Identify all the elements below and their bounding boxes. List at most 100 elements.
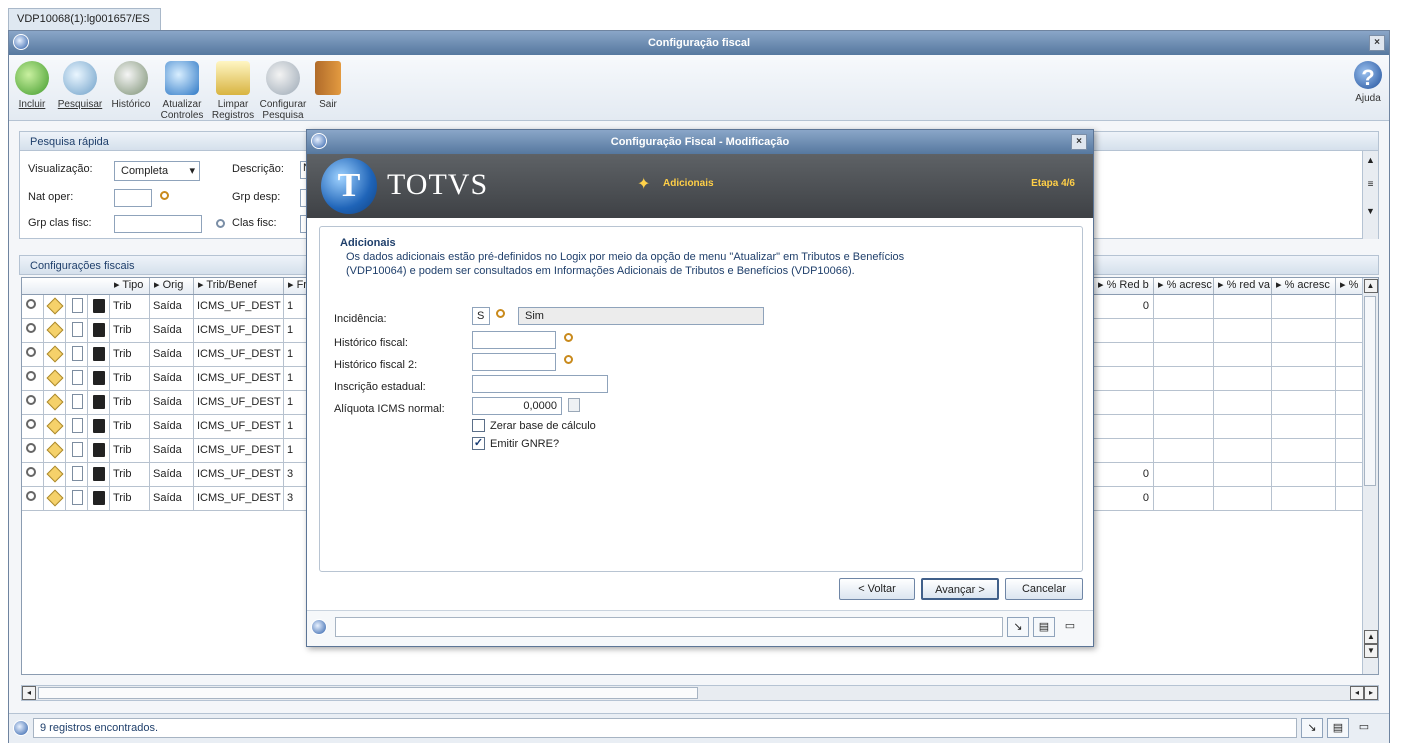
view-icon[interactable] [22, 391, 44, 415]
edit-icon[interactable] [44, 367, 66, 391]
edit-icon[interactable] [44, 319, 66, 343]
delete-icon[interactable] [88, 487, 110, 511]
chat-icon[interactable]: ▭ [1353, 718, 1375, 738]
copy-icon[interactable] [66, 295, 88, 319]
scroll-down-icon[interactable]: ▼ [1364, 644, 1378, 658]
cell-acresc-1 [1154, 415, 1214, 439]
scroll-up-icon[interactable]: ▲ [1363, 279, 1378, 293]
scroll-thumb-h[interactable] [38, 687, 698, 699]
edit-icon[interactable] [44, 487, 66, 511]
historico-2-search-icon[interactable] [564, 355, 578, 369]
modal-print-icon[interactable]: ▤ [1033, 617, 1055, 637]
edit-icon[interactable] [44, 343, 66, 367]
cell-percent [1336, 391, 1364, 415]
view-icon[interactable] [22, 367, 44, 391]
scroll-up-small-icon[interactable]: ▲ [1364, 630, 1378, 644]
inscricao-field[interactable] [472, 375, 608, 393]
cell-acresc-2 [1272, 439, 1336, 463]
modal-close-button[interactable]: × [1071, 134, 1087, 150]
delete-icon[interactable] [88, 343, 110, 367]
delete-icon[interactable] [88, 391, 110, 415]
incidencia-search-icon[interactable] [496, 309, 510, 323]
col-acresc-2[interactable]: ▸ % acresc [1272, 278, 1336, 294]
aliquota-field[interactable]: 0,0000 [472, 397, 562, 415]
col-acresc-1[interactable]: ▸ % acresc [1154, 278, 1214, 294]
grp-clas-fisc-field[interactable] [114, 215, 202, 233]
scroll-up-icon[interactable]: ▲ [1363, 155, 1378, 165]
scroll-thumb[interactable] [1364, 296, 1376, 486]
historico-search-icon[interactable] [564, 333, 578, 347]
copy-icon[interactable] [66, 463, 88, 487]
delete-icon[interactable] [88, 319, 110, 343]
delete-icon[interactable] [88, 439, 110, 463]
scroll-left-icon[interactable]: ◂ [22, 686, 36, 700]
print-icon[interactable]: ▤ [1327, 718, 1349, 738]
main-close-button[interactable]: × [1369, 35, 1385, 51]
edit-icon[interactable] [44, 295, 66, 319]
calculator-icon[interactable] [568, 398, 580, 412]
edit-icon[interactable] [44, 463, 66, 487]
copy-icon[interactable] [66, 319, 88, 343]
scroll-down-icon[interactable]: ▼ [1363, 206, 1378, 216]
historico-button[interactable]: Histórico [109, 61, 153, 110]
view-icon[interactable] [22, 343, 44, 367]
modal-chat-icon[interactable]: ▭ [1059, 617, 1081, 637]
copy-icon[interactable] [66, 487, 88, 511]
modal-footer-totvs-icon [311, 619, 327, 635]
view-icon[interactable] [22, 295, 44, 319]
window-tab[interactable]: VDP10068(1):lg001657/ES [8, 8, 161, 30]
col-red-va[interactable]: ▸ % red va [1214, 278, 1272, 294]
delete-icon[interactable] [88, 295, 110, 319]
incidencia-code-field[interactable]: S [472, 307, 490, 325]
modal-resize-icon[interactable]: ↘ [1007, 617, 1029, 637]
delete-icon[interactable] [88, 367, 110, 391]
resize-icon[interactable]: ↘ [1301, 718, 1323, 738]
delete-icon[interactable] [88, 463, 110, 487]
edit-icon[interactable] [44, 415, 66, 439]
historico-field[interactable] [472, 331, 556, 349]
incluir-button[interactable]: Incluir [15, 61, 49, 110]
copy-icon[interactable] [66, 439, 88, 463]
edit-icon[interactable] [44, 391, 66, 415]
scroll-thumb[interactable]: ≡ [1363, 179, 1378, 190]
grid-horizontal-scrollbar[interactable]: ◂ ◂ ▸ [21, 685, 1379, 701]
copy-icon[interactable] [66, 415, 88, 439]
view-icon[interactable] [22, 415, 44, 439]
copy-icon[interactable] [66, 367, 88, 391]
scroll-right-icon[interactable]: ▸ [1364, 686, 1378, 700]
col-orig[interactable]: ▸ Orig [150, 278, 194, 294]
view-icon[interactable] [22, 439, 44, 463]
col-tipo[interactable]: ▸ Tipo [110, 278, 150, 294]
col-percent[interactable]: ▸ % [1336, 278, 1364, 294]
limpar-registros-button[interactable]: Limpar Registros [211, 61, 255, 121]
view-icon[interactable] [22, 319, 44, 343]
avancar-button[interactable]: Avançar > [921, 578, 999, 600]
copy-icon[interactable] [66, 343, 88, 367]
pesquisar-button[interactable]: Pesquisar [57, 61, 103, 110]
configurar-pesquisa-button[interactable]: Configurar Pesquisa [259, 61, 307, 121]
grid-vertical-scrollbar[interactable]: ▲ ▲ ▼ [1362, 278, 1378, 674]
copy-icon[interactable] [66, 391, 88, 415]
delete-icon[interactable] [88, 415, 110, 439]
step-name: Adicionais [663, 178, 714, 189]
col-red-base[interactable]: ▸ % Red b [1094, 278, 1154, 294]
sair-button[interactable]: Sair [313, 61, 343, 110]
ajuda-button[interactable]: ? Ajuda [1353, 61, 1383, 104]
historico-2-field[interactable] [472, 353, 556, 371]
nat-oper-search-icon[interactable] [160, 191, 174, 205]
view-icon[interactable] [22, 463, 44, 487]
quick-search-scrollbar[interactable]: ▲ ≡ ▼ [1362, 151, 1378, 239]
zerar-base-checkbox[interactable] [472, 419, 485, 432]
grp-clas-fisc-search-icon[interactable] [216, 219, 230, 233]
emitir-gnre-checkbox[interactable]: ✓ [472, 437, 485, 450]
atualizar-controles-button[interactable]: Atualizar Controles [159, 61, 205, 121]
edit-icon[interactable] [44, 439, 66, 463]
nat-oper-field[interactable] [114, 189, 152, 207]
cancelar-button[interactable]: Cancelar [1005, 578, 1083, 600]
voltar-button[interactable]: < Voltar [839, 578, 915, 600]
cell-orig: Saída [150, 343, 194, 367]
visualizacao-select[interactable]: Completa ▾ [114, 161, 200, 181]
view-icon[interactable] [22, 487, 44, 511]
col-trib-benef[interactable]: ▸ Trib/Benef [194, 278, 284, 294]
scroll-left-2-icon[interactable]: ◂ [1350, 686, 1364, 700]
